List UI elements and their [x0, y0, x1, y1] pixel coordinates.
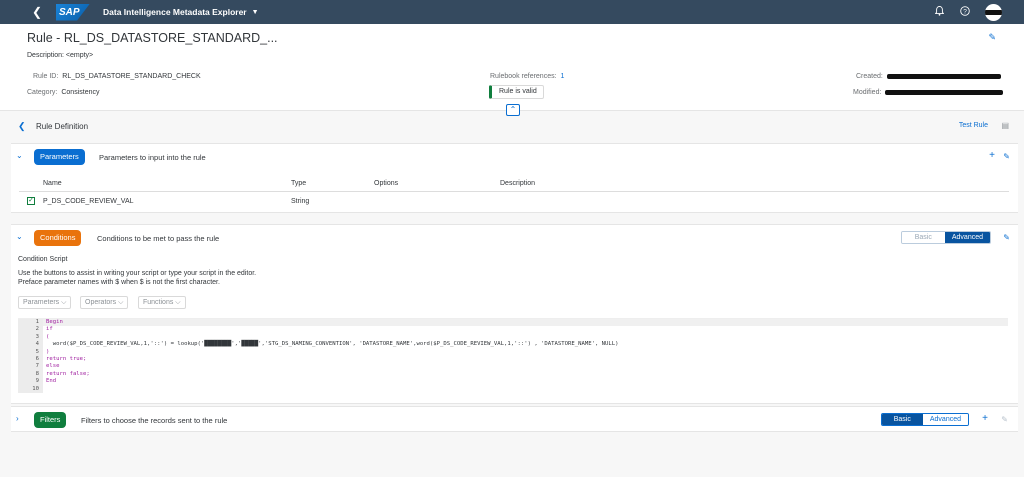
advanced-mode-button[interactable]: Advanced: [922, 414, 968, 425]
code-line: 1 Begin: [18, 319, 1008, 327]
rule-definition-bar: ❮ Rule Definition Test Rule ▤: [11, 117, 1018, 137]
edit-pencil-icon[interactable]: ✎: [988, 32, 996, 43]
notification-bell-icon[interactable]: [933, 5, 945, 19]
code-line: 7 else: [18, 363, 1008, 371]
chevron-down-icon[interactable]: ▼: [252, 9, 259, 16]
parameters-tag: Parameters: [34, 149, 85, 165]
rulebook-count-link[interactable]: 1: [561, 73, 565, 80]
svg-text:?: ?: [963, 8, 967, 15]
basic-mode-button[interactable]: Basic: [901, 232, 945, 243]
table-header: Name Type Options Description: [19, 177, 1009, 192]
filters-mode-toggle: Basic Advanced: [880, 413, 969, 426]
code-line: 2 if: [18, 326, 1008, 334]
condition-help-text: Use the buttons to assist in writing you…: [18, 270, 257, 286]
functions-dropdown[interactable]: Functions ⌵: [138, 296, 186, 309]
rule-definition-title: Rule Definition: [36, 122, 89, 131]
parameters-dropdown[interactable]: Parameters ⌵: [18, 296, 72, 309]
conditions-panel: ⌄ Conditions Conditions to be met to pas…: [11, 224, 1018, 404]
rule-id-value: RL_DS_DATASTORE_STANDARD_CHECK: [62, 73, 201, 80]
advanced-mode-button[interactable]: Advanced: [944, 232, 990, 243]
category-field: Category: Consistency: [27, 89, 100, 96]
back-icon[interactable]: ❮: [32, 5, 46, 19]
edit-icon[interactable]: ✎: [1003, 233, 1010, 242]
conditions-tag: Conditions: [34, 230, 82, 246]
collapse-header-button[interactable]: ⌃: [506, 104, 520, 116]
help-icon[interactable]: ?: [959, 5, 971, 19]
code-line: 6 return true;: [18, 355, 1008, 364]
chevron-down-icon[interactable]: ⌄: [16, 151, 23, 160]
condition-script-title: Condition Script: [18, 256, 68, 263]
filters-tag: Filters: [34, 412, 67, 428]
test-rule-button[interactable]: Test Rule: [959, 122, 988, 129]
valid-status-badge: Rule is valid: [489, 85, 544, 99]
param-type: String: [291, 198, 310, 205]
column-header-options: Options: [374, 180, 399, 187]
redacted-modified: [885, 89, 1004, 95]
created-field: Created:: [856, 73, 1001, 80]
code-line: 8 return false;: [18, 370, 1008, 379]
parameters-subtitle: Parameters to input into the rule: [99, 153, 206, 162]
chevron-right-icon[interactable]: ›: [16, 414, 19, 423]
rule-description: Description: <empty>: [27, 52, 94, 59]
save-icon[interactable]: ▤: [1001, 121, 1009, 130]
column-header-type: Type: [291, 180, 307, 187]
rulebook-references: Rulebook references: 1: [490, 73, 565, 80]
sap-logo: SAP: [56, 3, 90, 21]
back-chevron-icon[interactable]: ❮: [18, 121, 26, 132]
operators-dropdown[interactable]: Operators ⌵: [80, 296, 129, 309]
checkbox-checked-icon[interactable]: ✓: [27, 197, 35, 205]
app-title[interactable]: Data Intelligence Metadata Explorer: [103, 7, 247, 17]
conditions-subtitle: Conditions to be met to pass the rule: [97, 234, 220, 243]
add-icon[interactable]: +: [982, 413, 988, 424]
code-line: 5): [18, 348, 1008, 356]
edit-icon[interactable]: ✎: [1003, 152, 1010, 161]
edit-icon: ✎: [1001, 415, 1008, 424]
filters-panel: › Filters Filters to choose the records …: [11, 406, 1018, 432]
table-row[interactable]: ✓ P_DS_CODE_REVIEW_VAL String: [19, 192, 1009, 210]
conditions-mode-toggle: Basic Advanced: [900, 231, 991, 244]
param-name: P_DS_CODE_REVIEW_VAL: [43, 198, 134, 205]
code-line: 4 word($P_DS_CODE_REVIEW_VAL,1,'::') = l…: [18, 341, 1008, 349]
shell-bar: ❮ SAP Data Intelligence Metadata Explore…: [0, 0, 1024, 24]
parameters-table: Name Type Options Description ✓ P_DS_COD…: [19, 177, 1009, 210]
avatar[interactable]: [985, 3, 1002, 21]
modified-field: Modified:: [853, 89, 1004, 96]
add-icon[interactable]: +: [989, 150, 995, 161]
page-title: Rule - RL_DS_DATASTORE_STANDARD_...: [27, 31, 278, 45]
column-header-name: Name: [43, 180, 62, 187]
redacted-created: [886, 73, 1001, 79]
code-editor[interactable]: 1 Begin 2 if 3( 4 word($P_DS_CODE_REVIEW_V…: [18, 318, 1008, 393]
parameters-panel: ⌄ Parameters Parameters to input into th…: [11, 143, 1018, 213]
chevron-down-icon[interactable]: ⌄: [16, 232, 23, 241]
category-value: Consistency: [61, 89, 100, 96]
column-header-description: Description: [500, 180, 536, 187]
basic-mode-button[interactable]: Basic: [881, 414, 923, 425]
rule-id-field: Rule ID: RL_DS_DATASTORE_STANDARD_CHECK: [33, 73, 201, 80]
filters-subtitle: Filters to choose the records sent to th…: [81, 416, 228, 425]
code-line: 10: [18, 385, 1008, 393]
object-header: Rule - RL_DS_DATASTORE_STANDARD_... ✎ De…: [0, 24, 1024, 111]
code-line: 9 End: [18, 378, 1008, 386]
